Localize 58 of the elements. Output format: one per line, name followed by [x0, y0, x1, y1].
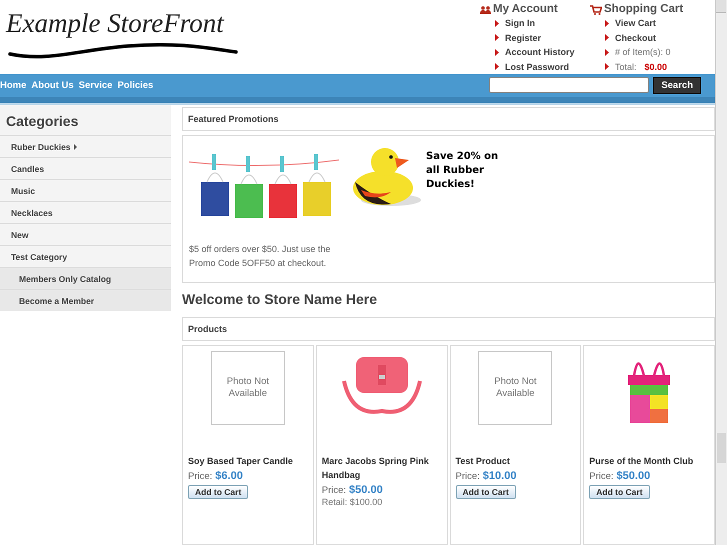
account-link[interactable]: Account History — [505, 45, 575, 60]
sidebar-title: Categories — [5, 112, 80, 131]
add-to-cart-button[interactable]: Add to Cart — [589, 485, 650, 499]
category-link[interactable]: Members Only Catalog — [0, 267, 171, 289]
bullet-icon — [495, 48, 499, 56]
account-link[interactable]: Sign In — [505, 16, 535, 30]
category-link[interactable]: Candles — [0, 157, 171, 179]
search-button[interactable]: Search — [653, 77, 701, 94]
cart-title: Shopping Cart — [604, 3, 684, 16]
item-count: # of Item(s): 0 — [615, 46, 671, 59]
photo-placeholder-text: Photo Not Available — [493, 376, 538, 400]
price-value: $10.00 — [482, 470, 516, 482]
cart-total: $0.00 — [644, 60, 668, 74]
bullet-icon — [605, 20, 609, 27]
bullet-icon — [495, 34, 499, 42]
total-label: Total: — [615, 60, 637, 74]
price-label: Price: — [456, 471, 480, 482]
price-value: $50.00 — [349, 484, 383, 496]
price-value: $6.00 — [215, 470, 243, 482]
photo-placeholder-text: Photo Not Available — [226, 376, 270, 400]
cart-link[interactable]: View Cart — [615, 16, 656, 30]
category-link[interactable]: Become a Member — [0, 289, 171, 311]
bullet-icon — [605, 34, 609, 42]
bullet-icon — [605, 63, 609, 70]
bullet-icon — [605, 48, 609, 56]
cart-link[interactable]: Checkout — [615, 30, 656, 45]
welcome-heading: Welcome to Store Name Here — [182, 291, 378, 307]
price-value: $50.00 — [616, 470, 650, 482]
promo-text: $5 off orders over $50. Just use the Promo Code 5OFF50 at checkout. — [189, 243, 331, 270]
product-name[interactable]: Marc Jacobs Spring Pink Handbag — [322, 454, 442, 482]
category-link[interactable]: Music — [0, 179, 171, 201]
category-link[interactable]: Necklaces — [0, 201, 171, 223]
search-field[interactable] — [489, 77, 650, 93]
promo-banner-text: Save 20% on all Rubber Duckies! — [426, 150, 500, 192]
section-header: Featured Promotions — [182, 107, 715, 131]
product-name[interactable]: Soy Based Taper Candle — [188, 454, 308, 468]
section-header: Products — [182, 317, 715, 341]
bullet-icon — [495, 63, 499, 70]
scroll-up-icon[interactable] — [716, 0, 726, 13]
scrollbar[interactable] — [715, 0, 727, 545]
retail-price: Retail: $100.00 — [322, 497, 384, 507]
account-title: My Account — [493, 3, 558, 16]
add-to-cart-button[interactable]: Add to Cart — [456, 485, 516, 499]
price-label: Price: — [188, 471, 212, 482]
price-label: Price: — [589, 471, 614, 482]
add-to-cart-button[interactable]: Add to Cart — [188, 485, 248, 499]
store-logo: Example StoreFront — [6, 7, 224, 40]
category-link[interactable]: Ruber Duckies — [0, 135, 171, 157]
account-link[interactable]: Lost Password — [505, 60, 570, 74]
category-link[interactable]: New — [0, 223, 171, 245]
product-name[interactable]: Test Product — [456, 454, 576, 468]
users-icon — [480, 6, 491, 14]
product-name[interactable]: Purse of the Month Club — [589, 454, 709, 468]
cart-icon — [590, 4, 602, 14]
scroll-thumb[interactable] — [717, 433, 726, 463]
bullet-icon — [495, 20, 499, 27]
account-link[interactable]: Register — [505, 30, 542, 45]
price-label: Price: — [322, 485, 346, 496]
